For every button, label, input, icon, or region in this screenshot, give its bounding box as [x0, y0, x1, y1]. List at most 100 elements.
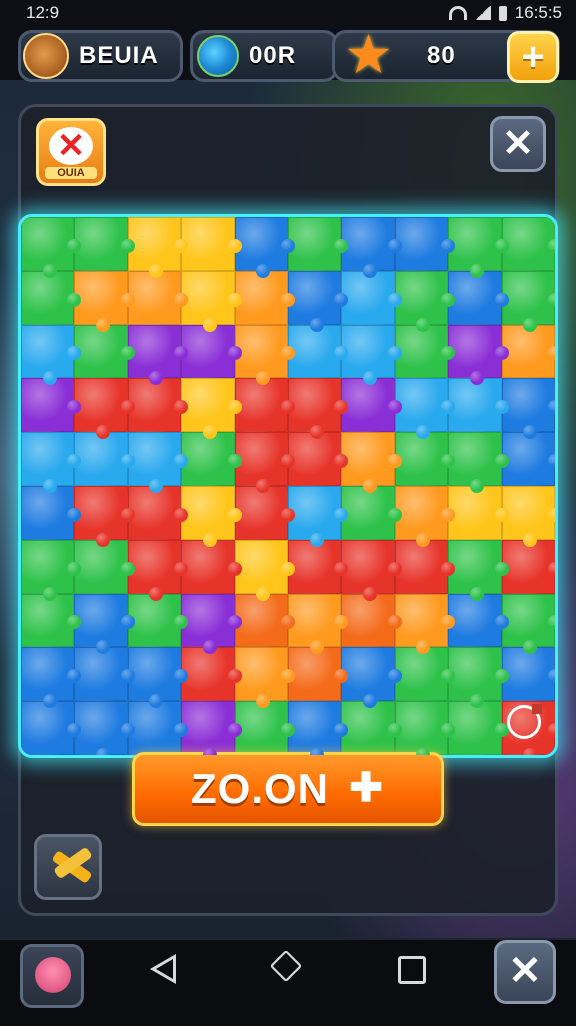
puzzle-piece[interactable]	[341, 378, 403, 433]
recents-icon[interactable]	[398, 956, 426, 984]
puzzle-piece[interactable]	[341, 593, 403, 648]
nav-close-button[interactable]: ✕	[494, 940, 556, 1004]
puzzle-piece[interactable]	[127, 324, 189, 386]
puzzle-piece[interactable]	[74, 593, 136, 655]
puzzle-piece[interactable]	[181, 324, 243, 379]
puzzle-piece[interactable]	[21, 378, 82, 433]
close-panel-button[interactable]: ✕	[490, 116, 546, 172]
puzzle-piece[interactable]	[448, 432, 510, 493]
puzzle-piece[interactable]	[341, 217, 403, 278]
puzzle-piece[interactable]	[341, 324, 403, 386]
puzzle-piece[interactable]	[21, 647, 82, 708]
puzzle-piece[interactable]	[181, 701, 243, 755]
puzzle-piece[interactable]	[394, 485, 456, 547]
puzzle-piece[interactable]	[21, 324, 82, 386]
puzzle-piece[interactable]	[21, 217, 82, 278]
puzzle-piece[interactable]	[127, 539, 189, 601]
puzzle-piece[interactable]	[21, 701, 82, 755]
puzzle-piece[interactable]	[234, 378, 296, 433]
puzzle-piece[interactable]	[448, 378, 510, 433]
puzzle-piece[interactable]	[448, 647, 510, 708]
puzzle-piece[interactable]	[21, 539, 82, 601]
rotate-icon[interactable]	[507, 704, 542, 739]
puzzle-piece[interactable]	[127, 647, 189, 708]
puzzle-piece[interactable]	[181, 593, 243, 655]
puzzle-piece[interactable]	[181, 270, 243, 332]
puzzle-piece[interactable]	[74, 539, 136, 594]
puzzle-piece[interactable]	[394, 324, 456, 379]
puzzle-piece[interactable]	[288, 378, 349, 439]
puzzle-piece[interactable]	[288, 593, 349, 655]
puzzle-piece[interactable]	[234, 485, 296, 540]
puzzle-piece[interactable]	[234, 539, 296, 601]
puzzle-piece[interactable]	[501, 217, 555, 271]
puzzle-piece[interactable]	[74, 217, 136, 271]
puzzle-piece[interactable]	[288, 217, 349, 271]
puzzle-piece[interactable]	[74, 270, 136, 332]
puzzle-piece[interactable]	[501, 324, 555, 379]
puzzle-piece[interactable]	[501, 432, 555, 486]
puzzle-piece[interactable]	[501, 539, 555, 594]
puzzle-piece[interactable]	[394, 378, 456, 439]
puzzle-piece[interactable]	[21, 270, 82, 325]
puzzle-piece[interactable]	[288, 701, 349, 755]
puzzle-piece[interactable]	[448, 217, 510, 278]
puzzle-piece[interactable]	[448, 701, 510, 755]
puzzle-piece[interactable]	[288, 539, 349, 594]
puzzle-piece[interactable]	[234, 432, 296, 493]
puzzle-piece[interactable]	[234, 324, 296, 386]
puzzle-piece[interactable]	[288, 485, 349, 547]
puzzle-piece[interactable]	[21, 593, 82, 648]
puzzle-piece[interactable]	[127, 593, 189, 648]
pet-button[interactable]	[20, 944, 84, 1008]
puzzle-piece[interactable]	[127, 485, 189, 540]
puzzle-piece[interactable]	[127, 432, 189, 493]
puzzle-piece[interactable]	[501, 378, 555, 439]
home-icon[interactable]	[270, 950, 306, 986]
puzzle-piece[interactable]	[448, 324, 510, 386]
puzzle-piece[interactable]	[74, 647, 136, 702]
puzzle-piece[interactable]	[341, 701, 403, 755]
puzzle-piece[interactable]	[181, 647, 243, 702]
puzzle-piece[interactable]	[341, 485, 403, 540]
puzzle-piece[interactable]	[394, 593, 456, 655]
puzzle-piece[interactable]	[341, 647, 403, 708]
puzzle-piece[interactable]	[501, 647, 555, 702]
puzzle-piece[interactable]	[234, 217, 296, 278]
hammer-tool-button[interactable]	[34, 834, 102, 900]
puzzle-piece[interactable]	[181, 485, 243, 547]
puzzle-piece[interactable]	[394, 539, 456, 594]
puzzle-piece[interactable]	[394, 432, 456, 486]
puzzle-piece[interactable]	[341, 539, 403, 601]
puzzle-piece[interactable]	[448, 485, 510, 540]
puzzle-piece[interactable]	[448, 539, 510, 601]
puzzle-piece[interactable]	[288, 324, 349, 379]
puzzle-piece[interactable]	[74, 432, 136, 486]
puzzle-piece[interactable]	[127, 378, 189, 433]
puzzle-piece[interactable]	[181, 539, 243, 594]
no-ads-badge[interactable]: ✕ OUIA	[36, 118, 106, 186]
profile-chip[interactable]: BEUIA	[18, 30, 183, 82]
puzzle-piece[interactable]	[181, 378, 243, 439]
puzzle-board[interactable]	[18, 214, 558, 758]
puzzle-piece[interactable]	[448, 270, 510, 325]
puzzle-piece[interactable]	[341, 270, 403, 325]
puzzle-piece[interactable]	[127, 270, 189, 325]
coins-counter[interactable]: 00R	[190, 30, 338, 82]
puzzle-piece[interactable]	[74, 324, 136, 379]
puzzle-piece[interactable]	[394, 270, 456, 332]
puzzle-piece[interactable]	[21, 432, 82, 493]
puzzle-piece[interactable]	[288, 432, 349, 486]
puzzle-piece[interactable]	[127, 217, 189, 278]
puzzle-piece[interactable]	[74, 485, 136, 547]
add-stars-button[interactable]: +	[507, 31, 559, 83]
puzzle-piece[interactable]	[181, 217, 243, 271]
puzzle-piece[interactable]	[234, 647, 296, 708]
puzzle-piece[interactable]	[448, 593, 510, 648]
puzzle-piece[interactable]	[394, 647, 456, 702]
puzzle-piece[interactable]	[234, 701, 296, 755]
puzzle-piece[interactable]	[127, 701, 189, 755]
puzzle-piece[interactable]	[234, 270, 296, 325]
puzzle-piece[interactable]	[74, 378, 136, 439]
puzzle-piece[interactable]	[181, 432, 243, 486]
